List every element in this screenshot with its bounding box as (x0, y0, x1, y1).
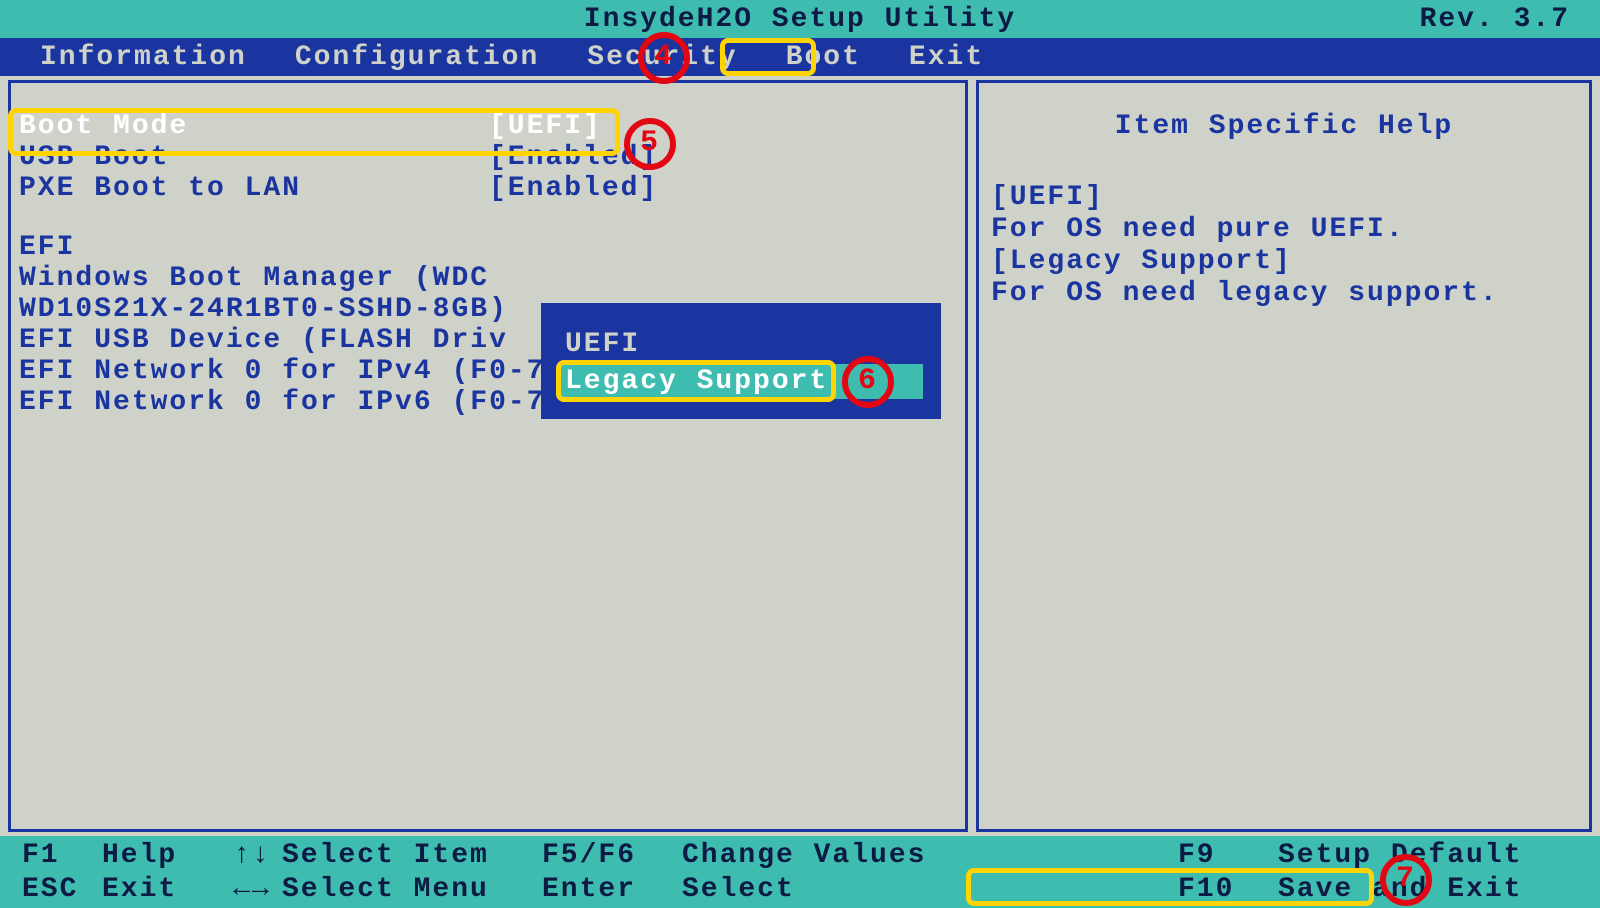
row-boot-mode[interactable]: Boot Mode [UEFI] (11, 111, 965, 142)
action-select: Select (682, 874, 1002, 905)
key-f1: F1 (22, 840, 102, 871)
help-panel: Item Specific Help [UEFI] For OS need pu… (976, 80, 1592, 832)
help-body: [UEFI] For OS need pure UEFI. [Legacy Su… (991, 182, 1577, 310)
action-select-menu: Select Menu (282, 874, 542, 905)
label-pxe-boot: PXE Boot to LAN (19, 173, 489, 204)
label-boot-mode: Boot Mode (19, 111, 489, 142)
main-region: Boot Mode [UEFI] USB Boot [Enabled] PXE … (8, 80, 1592, 832)
menu-boot[interactable]: Boot (786, 42, 861, 73)
revision-label: Rev. 3.7 (1420, 4, 1570, 35)
menu-security[interactable]: Security (587, 42, 737, 73)
action-setup-default: Setup Default (1278, 840, 1578, 871)
settings-panel: Boot Mode [UEFI] USB Boot [Enabled] PXE … (8, 80, 968, 832)
efi-heading: EFI (11, 232, 965, 263)
menu-configuration[interactable]: Configuration (295, 42, 539, 73)
arrows-leftright-icon: ←→ (222, 874, 282, 905)
footer-row-2: ESC Exit ←→ Select Menu Enter Select F10… (22, 872, 1578, 906)
key-f5f6: F5/F6 (542, 840, 682, 871)
label-usb-boot: USB Boot (19, 142, 489, 173)
header-bar: InsydeH2O Setup Utility Rev. 3.7 (0, 0, 1600, 38)
popup-option-uefi[interactable]: UEFI (559, 327, 923, 362)
key-enter: Enter (542, 874, 682, 905)
action-change-values: Change Values (682, 840, 1002, 871)
label-help: Help (102, 840, 222, 871)
help-title: Item Specific Help (991, 111, 1577, 142)
boot-mode-popup: UEFI Legacy Support (541, 303, 941, 419)
action-select-item: Select Item (282, 840, 542, 871)
key-esc: ESC (22, 874, 102, 905)
efi-item[interactable]: Windows Boot Manager (WDC (11, 263, 965, 294)
value-boot-mode: [UEFI] (489, 111, 602, 142)
app-title: InsydeH2O Setup Utility (584, 4, 1016, 35)
popup-option-legacy[interactable]: Legacy Support (559, 364, 923, 399)
key-f9: F9 (1178, 840, 1278, 871)
value-pxe-boot: [Enabled] (489, 173, 658, 204)
row-pxe-boot[interactable]: PXE Boot to LAN [Enabled] (11, 173, 965, 204)
value-usb-boot: [Enabled] (489, 142, 658, 173)
top-menu: Information Configuration Security Boot … (0, 38, 1600, 76)
footer-bar: F1 Help ↑↓ Select Item F5/F6 Change Valu… (0, 836, 1600, 908)
action-save-exit: Save and Exit (1278, 874, 1578, 905)
row-usb-boot[interactable]: USB Boot [Enabled] (11, 142, 965, 173)
key-f10: F10 (1178, 874, 1278, 905)
arrows-updown-icon: ↑↓ (222, 840, 282, 871)
label-exit: Exit (102, 874, 222, 905)
menu-exit[interactable]: Exit (909, 42, 984, 73)
footer-row-1: F1 Help ↑↓ Select Item F5/F6 Change Valu… (22, 838, 1578, 872)
menu-information[interactable]: Information (40, 42, 247, 73)
bios-screen: InsydeH2O Setup Utility Rev. 3.7 Informa… (0, 0, 1600, 908)
